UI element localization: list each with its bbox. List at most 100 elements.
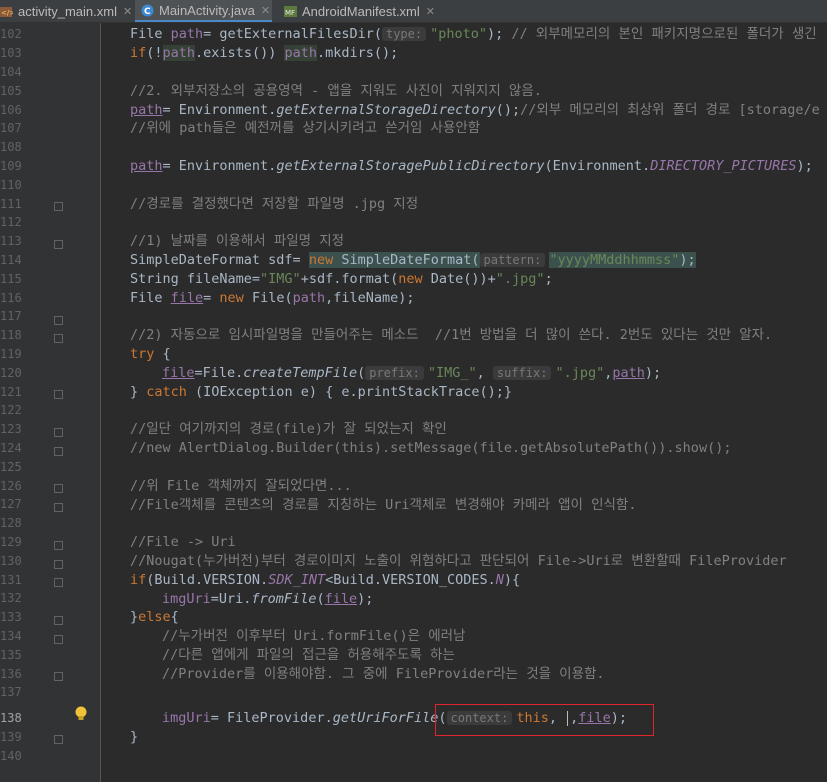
code-line-134: //누가버전 이후부터 Uri.formFile()은 에러남 xyxy=(162,628,466,644)
line-number: 112 xyxy=(0,215,22,229)
code-line-115: String fileName="IMG"+sdf.format(new Dat… xyxy=(130,271,553,287)
code-line-105: //2. 외부저장소의 공용영역 - 앱을 지워도 사진이 지워지지 않음. xyxy=(130,83,542,99)
line-number: 131 xyxy=(0,573,22,587)
line-number: 109 xyxy=(0,159,22,173)
code-line-131: if(Build.VERSION.SDK_INT<Build.VERSION_C… xyxy=(130,572,521,588)
line-number: 121 xyxy=(0,385,22,399)
code-line-132: imgUri=Uri.fromFile(file); xyxy=(162,591,374,607)
fold-marker-icon[interactable] xyxy=(54,447,63,456)
code-line-118: //2) 자동으로 임시파일명을 만들어주는 메소드 //1번 방법을 더 많이… xyxy=(130,327,773,343)
line-number: 117 xyxy=(0,309,22,323)
fold-marker-icon[interactable] xyxy=(54,240,63,249)
lightbulb-icon[interactable] xyxy=(75,706,87,722)
fold-marker-icon[interactable] xyxy=(54,202,63,211)
line-number: 111 xyxy=(0,197,22,211)
line-number: 106 xyxy=(0,103,22,117)
code-line-136: //Provider를 이용해야함. 그 중에 FileProvider라는 것… xyxy=(162,666,605,682)
line-number: 102 xyxy=(0,27,22,41)
line-number: 113 xyxy=(0,234,22,248)
fold-marker-icon[interactable] xyxy=(54,428,63,437)
fold-marker-icon[interactable] xyxy=(54,578,63,587)
code-line-127: //File객체를 콘텐츠의 경로를 지칭하는 Uri객체로 변경해야 카메라 … xyxy=(130,497,637,513)
editor-tab-bar: </> activity_main.xml ✕ C MainActivity.j… xyxy=(0,0,827,23)
fold-marker-icon[interactable] xyxy=(54,635,63,644)
code-line-123: //일단 여기까지의 경로(file)가 잘 되었는지 확인 xyxy=(130,421,447,437)
code-line-111: //경로를 결정했다면 저장할 파일명 .jpg 지정 xyxy=(130,196,419,212)
code-line-116: File file= new File(path,fileName); xyxy=(130,290,415,306)
fold-marker-icon[interactable] xyxy=(54,390,63,399)
fold-marker-icon[interactable] xyxy=(54,334,63,343)
line-number: 139 xyxy=(0,730,22,744)
line-number: 133 xyxy=(0,610,22,624)
code-line-119: try { xyxy=(130,346,171,362)
line-number: 127 xyxy=(0,497,22,511)
code-line-124: //new AlertDialog.Builder(this).setMessa… xyxy=(130,440,732,456)
line-number: 110 xyxy=(0,178,22,192)
param-hint: prefix: xyxy=(365,366,424,380)
line-number: 123 xyxy=(0,422,22,436)
line-number: 108 xyxy=(0,140,22,154)
code-line-129: //File -> Uri xyxy=(130,534,236,550)
fold-marker-icon[interactable] xyxy=(54,616,63,625)
code-line-138: imgUri= FileProvider.getUriForFile(conte… xyxy=(162,710,628,726)
line-number: 119 xyxy=(0,347,22,361)
param-hint: pattern: xyxy=(479,253,546,267)
code-line-126: //위 File 객체까지 잘되었다면... xyxy=(130,478,352,494)
line-number: 126 xyxy=(0,479,22,493)
tab-activity-main-xml[interactable]: </> activity_main.xml ✕ xyxy=(0,0,132,22)
line-number: 134 xyxy=(0,629,22,643)
svg-text:C: C xyxy=(144,7,151,17)
fold-marker-icon[interactable] xyxy=(54,541,63,550)
code-line-120: file=File.createTempFile(prefix: "IMG_", … xyxy=(162,365,662,381)
xml-layout-icon: </> xyxy=(0,5,13,18)
fold-marker-icon[interactable] xyxy=(54,503,63,512)
code-line-133: }else{ xyxy=(130,609,179,625)
fold-marker-icon[interactable] xyxy=(54,316,63,325)
java-class-icon: C xyxy=(141,4,154,17)
fold-marker-icon[interactable] xyxy=(54,672,63,681)
tab-label: activity_main.xml xyxy=(18,3,117,19)
line-number: 120 xyxy=(0,366,22,380)
line-number: 105 xyxy=(0,84,22,98)
line-number: 129 xyxy=(0,535,22,549)
line-number: 125 xyxy=(0,460,22,474)
line-number: 132 xyxy=(0,591,22,605)
line-number: 136 xyxy=(0,667,22,681)
code-editor[interactable]: File path= getExternalFilesDir(type: "pho… xyxy=(101,23,827,782)
code-line-139: } xyxy=(130,729,139,745)
close-icon[interactable]: ✕ xyxy=(123,5,132,18)
manifest-icon: MF xyxy=(284,5,297,18)
line-number: 107 xyxy=(0,121,22,135)
tab-label: MainActivity.java xyxy=(159,2,255,18)
svg-text:MF: MF xyxy=(285,9,295,17)
line-number: 137 xyxy=(0,685,22,699)
fold-marker-icon[interactable] xyxy=(54,735,63,744)
line-number: 122 xyxy=(0,403,22,417)
line-number: 103 xyxy=(0,46,22,60)
code-line-107: //위에 path들은 예전꺼를 상기시키려고 쓴거임 사용안함 xyxy=(130,120,481,136)
line-number: 114 xyxy=(0,253,22,267)
tab-label: AndroidManifest.xml xyxy=(302,3,420,19)
code-line-103: if(!path.exists()) path.mkdirs(); xyxy=(130,45,399,61)
text-cursor xyxy=(567,710,569,726)
svg-text:</>: </> xyxy=(1,9,13,17)
fold-marker-icon[interactable] xyxy=(54,484,63,493)
code-line-135: //다른 앱에게 파일의 접근을 허용해주도록 하는 xyxy=(162,647,455,663)
line-number: 130 xyxy=(0,554,22,568)
code-line-109: path= Environment.getExternalStoragePubl… xyxy=(130,158,813,174)
code-line-113: //1) 날짜를 이용해서 파일명 지정 xyxy=(130,233,345,249)
code-line-130: //Nougat(누가버전)부터 경로이미지 노출이 위험하다고 판단되어 Fi… xyxy=(130,553,787,569)
code-line-106: path= Environment.getExternalStorageDire… xyxy=(130,102,820,118)
tab-main-activity-java[interactable]: C MainActivity.java ✕ xyxy=(135,0,272,22)
line-number: 140 xyxy=(0,749,22,763)
param-hint: type: xyxy=(381,27,427,41)
tab-android-manifest-xml[interactable]: MF AndroidManifest.xml ✕ xyxy=(282,0,435,22)
param-hint: suffix: xyxy=(492,366,552,380)
param-hint: context: xyxy=(446,711,513,725)
line-number: 104 xyxy=(0,65,22,79)
fold-marker-icon[interactable] xyxy=(54,560,63,569)
close-icon[interactable]: ✕ xyxy=(426,5,435,18)
line-number: 128 xyxy=(0,516,22,530)
close-icon[interactable]: ✕ xyxy=(261,4,270,17)
line-number: 118 xyxy=(0,328,22,342)
